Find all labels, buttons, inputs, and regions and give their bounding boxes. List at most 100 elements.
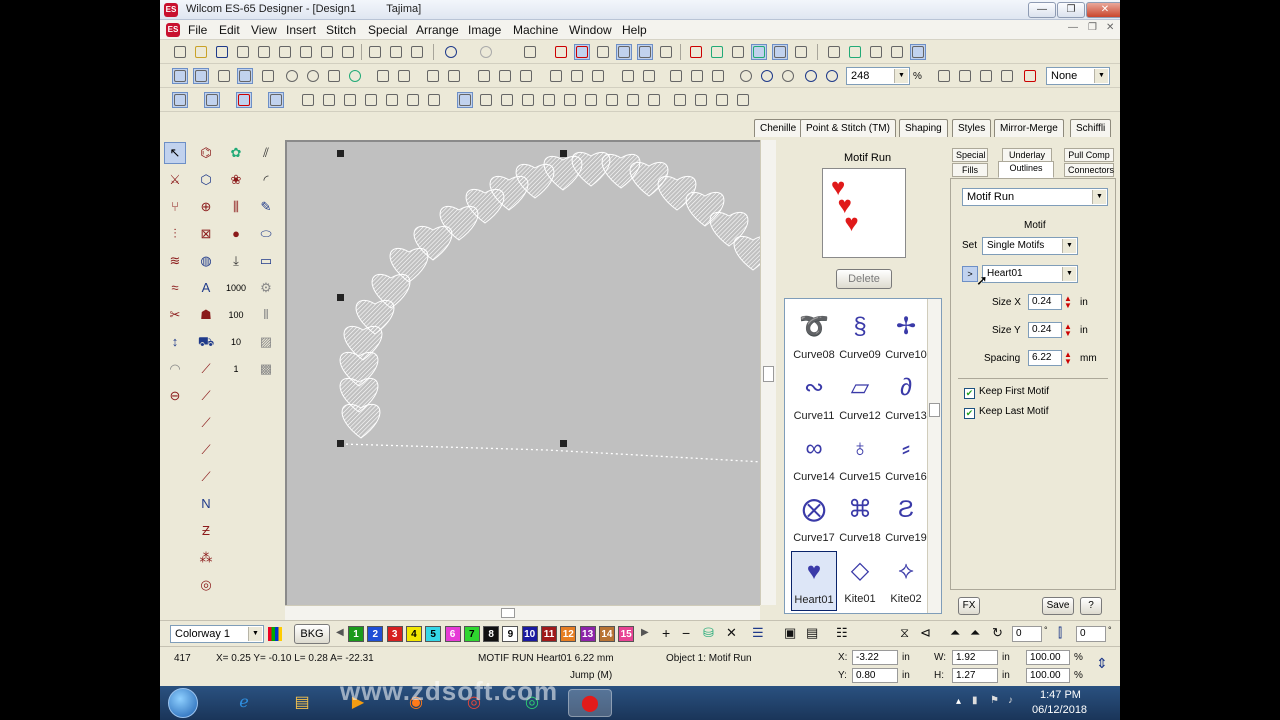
drop-icon[interactable]: ● xyxy=(225,223,247,245)
stitch-pattern-12-icon[interactable] xyxy=(541,92,557,108)
motif-item-curve09[interactable]: § Curve09 xyxy=(837,307,883,367)
align-icon[interactable] xyxy=(375,68,391,84)
fill-pattern-icon[interactable]: ≋ xyxy=(164,250,186,272)
thread-chart-icon[interactable]: ⛁ xyxy=(703,625,714,641)
zoom-in-icon[interactable] xyxy=(759,68,775,84)
show-hoop-icon[interactable] xyxy=(730,44,746,60)
mirror-icon[interactable]: ⧖ xyxy=(900,625,909,641)
color-swatch-4[interactable]: 4 xyxy=(405,626,422,642)
motif-item-kite01[interactable]: ◇ Kite01 xyxy=(837,551,883,611)
remove-color-icon[interactable]: − xyxy=(682,625,690,641)
stitch-pattern-9-icon[interactable] xyxy=(478,92,494,108)
color-swatch-5[interactable]: 5 xyxy=(425,626,442,642)
stitch-pattern-5-icon[interactable] xyxy=(384,92,400,108)
motif-list[interactable]: ➰ Curve08 § Curve09 ✢ Curve10 ∾ Curve11 ▱ Curve12… xyxy=(784,298,942,614)
stitch-pattern-1-icon[interactable] xyxy=(300,92,316,108)
y-position-input[interactable]: 0.80 xyxy=(852,668,898,683)
align-top-icon[interactable] xyxy=(548,68,564,84)
menu-machine[interactable]: Machine xyxy=(513,23,558,37)
3d-icon[interactable] xyxy=(672,92,688,108)
doc-restore-icon[interactable]: ❐ xyxy=(1088,22,1097,33)
stitch-list-icon[interactable] xyxy=(868,44,884,60)
align-center-icon[interactable] xyxy=(497,68,513,84)
stitch-pattern-6-icon[interactable] xyxy=(405,92,421,108)
number-1-icon[interactable]: 1 xyxy=(225,358,247,380)
rotation-input[interactable]: 0 xyxy=(1012,626,1042,642)
reshape-icon[interactable] xyxy=(936,68,952,84)
color-swatch-3[interactable]: 3 xyxy=(386,626,403,642)
satin-column-icon[interactable]: ⫼ xyxy=(225,196,247,218)
motif-item-curve17[interactable]: ⨂ Curve17 xyxy=(791,490,837,550)
resize-icon[interactable] xyxy=(999,68,1015,84)
stitch-pattern-2-icon[interactable] xyxy=(321,92,337,108)
align-bottom-icon[interactable] xyxy=(590,68,606,84)
snap-icon[interactable] xyxy=(193,68,209,84)
proportional-lock-icon[interactable]: ⇕ xyxy=(1096,655,1108,672)
list-icon[interactable]: ☷ xyxy=(836,625,848,641)
stitch-pattern-20-icon[interactable] xyxy=(735,92,751,108)
select-arrow-icon[interactable] xyxy=(172,92,188,108)
fx-button[interactable]: FX xyxy=(958,597,980,615)
zoom-combo[interactable]: 248 ▼ xyxy=(846,67,910,85)
tab-mirror-merge[interactable]: Mirror-Merge xyxy=(994,119,1064,137)
save-icon[interactable] xyxy=(214,44,230,60)
color-swatch-9[interactable]: 9 xyxy=(502,626,519,642)
motif-set-select[interactable]: Single Motifs ▼ xyxy=(982,237,1078,255)
color-swatch-11[interactable]: 11 xyxy=(541,626,557,642)
flower-icon[interactable]: ✿ xyxy=(225,142,247,164)
scroll-thumb[interactable] xyxy=(501,608,515,618)
print-preview-icon[interactable] xyxy=(277,44,293,60)
height-input[interactable]: 1.27 xyxy=(952,668,998,683)
size-y-input[interactable]: 0.24 ▲ ▼ xyxy=(1028,322,1072,338)
shape-tool-icon[interactable]: ⬡ xyxy=(195,169,217,191)
show-functions-icon[interactable] xyxy=(658,44,674,60)
stitch-type-select[interactable]: Motif Run ▼ xyxy=(962,188,1108,206)
rotate-left-icon[interactable]: ⏶ xyxy=(950,625,960,641)
transform-icon[interactable] xyxy=(957,68,973,84)
tab-outlines[interactable]: Outlines xyxy=(998,161,1054,178)
color-swatch-8[interactable]: 8 xyxy=(483,626,500,642)
sequence-icon[interactable] xyxy=(847,44,863,60)
show-bitmap-icon[interactable] xyxy=(688,44,704,60)
menu-stitch[interactable]: Stitch xyxy=(326,23,356,37)
options-icon[interactable] xyxy=(826,44,842,60)
number-10-icon[interactable]: 10 xyxy=(225,331,247,353)
hide-icon[interactable] xyxy=(305,68,321,84)
tab-point-and-stitch[interactable]: Point & Stitch (TM) xyxy=(800,119,896,137)
cross-icon[interactable]: ✕ xyxy=(726,625,737,641)
menu-window[interactable]: Window xyxy=(569,23,612,37)
spinner-icon[interactable]: ▲ ▼ xyxy=(1063,295,1073,310)
stitch-pattern-11-icon[interactable] xyxy=(520,92,536,108)
menu-special[interactable]: Special xyxy=(368,23,407,37)
selection-handle[interactable] xyxy=(560,150,567,157)
width-percent-input[interactable]: 100.00 xyxy=(1026,650,1070,665)
background-button[interactable]: BKG xyxy=(294,624,330,644)
motif-item-kite02[interactable]: ⟡ Kite02 xyxy=(883,551,929,611)
scissors-icon[interactable] xyxy=(446,68,462,84)
file-explorer-icon[interactable]: ▤ xyxy=(280,689,324,717)
show-object-icon[interactable] xyxy=(595,44,611,60)
menu-insert[interactable]: Insert xyxy=(286,23,316,37)
tab-fills[interactable]: Fills xyxy=(952,163,988,177)
stitch-pattern-18-icon[interactable] xyxy=(693,92,709,108)
colorway-select[interactable]: Colorway 1 ▼ xyxy=(170,625,264,643)
machine-send-icon[interactable] xyxy=(319,44,335,60)
tray-network-icon[interactable]: ▮ xyxy=(972,695,978,706)
tab-underlay[interactable]: Underlay xyxy=(1002,148,1052,162)
tab-schiffli[interactable]: Schiffli xyxy=(1070,119,1112,137)
needle-down-icon[interactable]: ⤓ xyxy=(225,250,247,272)
edit-pen-icon[interactable]: ✎ xyxy=(255,196,277,218)
stitch-pattern-3-icon[interactable] xyxy=(342,92,358,108)
stitch-pattern-7-icon[interactable] xyxy=(426,92,442,108)
zoom-out-icon[interactable] xyxy=(824,68,840,84)
bus-icon[interactable]: ⛟ xyxy=(195,331,217,353)
menu-view[interactable]: View xyxy=(251,23,277,37)
redo-icon[interactable] xyxy=(478,44,494,60)
split-icon[interactable]: ⊠ xyxy=(195,223,217,245)
stitch-pattern-8-icon[interactable] xyxy=(457,92,473,108)
tab-shaping[interactable]: Shaping xyxy=(899,119,948,137)
distribute-icon[interactable] xyxy=(396,68,412,84)
motif-item-curve14[interactable]: ∞ Curve14 xyxy=(791,429,837,489)
maximize-button[interactable]: ❐ xyxy=(1057,2,1085,18)
menu-help[interactable]: Help xyxy=(622,23,647,37)
